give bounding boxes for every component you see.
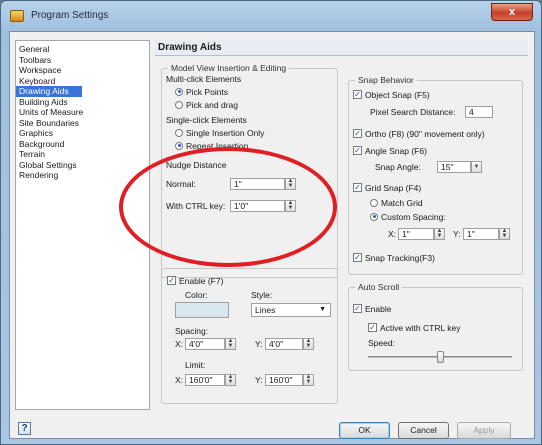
radio-selected-icon bbox=[175, 141, 183, 150]
nudge-ctrl-label: With CTRL key: bbox=[166, 201, 226, 211]
radio-icon bbox=[175, 100, 183, 109]
drawing-aids-panel: Drawing Aids Model View Insertion & Edit… bbox=[155, 40, 528, 410]
nav-item[interactable]: Building Aids bbox=[16, 97, 149, 108]
spin-arrows-icon[interactable]: ▲ ▼ bbox=[303, 374, 314, 386]
pixel-search-label: Pixel Search Distance: bbox=[370, 107, 456, 117]
settings-nav-list: General Toolbars Workspace Keyboard Drawing … bbox=[15, 40, 150, 410]
custom-spacing-x-input[interactable]: 1" ▲ ▼ bbox=[398, 228, 445, 240]
panel-title: Drawing Aids bbox=[155, 40, 528, 56]
radio-selected-icon bbox=[370, 212, 378, 221]
checkmark-icon: ✓ bbox=[368, 323, 377, 333]
grid-enable-checkbox[interactable]: ✓ Enable (F7) bbox=[167, 276, 223, 286]
grid-style-label: Style: bbox=[251, 290, 273, 300]
radio-icon bbox=[175, 128, 183, 137]
grid-spacing-x-label: X: bbox=[175, 339, 184, 349]
cancel-button[interactable]: Cancel bbox=[398, 422, 449, 439]
checkmark-icon: ✓ bbox=[353, 183, 362, 193]
nav-item[interactable]: Global Settings bbox=[16, 160, 149, 171]
grid-limit-y-label: Y: bbox=[255, 375, 263, 385]
chevron-down-icon[interactable]: ▼ bbox=[471, 161, 482, 173]
speed-label: Speed: bbox=[368, 338, 395, 348]
custom-spacing-radio[interactable]: Custom Spacing: bbox=[370, 212, 446, 222]
nav-item[interactable]: General bbox=[16, 44, 149, 55]
checkmark-icon: ✓ bbox=[353, 253, 362, 263]
nav-item[interactable]: Units of Measure bbox=[16, 107, 149, 118]
match-grid-radio[interactable]: Match Grid bbox=[370, 198, 423, 208]
speed-slider-thumb[interactable] bbox=[437, 351, 444, 363]
nudge-normal-input[interactable]: 1" ▲ ▼ bbox=[230, 178, 296, 190]
help-icon[interactable]: ? bbox=[18, 422, 31, 435]
spin-arrows-icon[interactable]: ▲ ▼ bbox=[225, 338, 236, 350]
apply-button[interactable]: Apply bbox=[457, 422, 511, 439]
pick-points-radio[interactable]: Pick Points bbox=[175, 87, 228, 97]
spin-arrows-icon[interactable]: ▲ ▼ bbox=[303, 338, 314, 350]
nav-item[interactable]: Site Boundaries bbox=[16, 118, 149, 129]
nav-item[interactable]: Workspace bbox=[16, 65, 149, 76]
snap-behavior-legend: Snap Behavior bbox=[355, 75, 417, 85]
checkmark-icon: ✓ bbox=[353, 146, 362, 156]
grid-color-label: Color: bbox=[185, 290, 208, 300]
pixel-search-input[interactable]: 4 bbox=[465, 106, 493, 118]
object-snap-checkbox[interactable]: ✓ Object Snap (F5) bbox=[353, 90, 430, 100]
ortho-checkbox[interactable]: ✓ Ortho (F8) (90" movement only) bbox=[353, 129, 485, 139]
grid-limit-x-input[interactable]: 160'0" ▲ ▼ bbox=[185, 374, 236, 386]
title-bar: Program Settings x bbox=[1, 1, 541, 31]
radio-icon bbox=[370, 198, 378, 207]
grid-spacing-label: Spacing: bbox=[175, 326, 209, 336]
multi-click-label: Multi-click Elements bbox=[166, 74, 242, 84]
model-view-legend: Model View Insertion & Editing bbox=[168, 63, 290, 73]
close-button[interactable]: x bbox=[491, 3, 533, 21]
nav-item[interactable]: Toolbars bbox=[16, 55, 149, 66]
spin-arrows-icon[interactable]: ▲ ▼ bbox=[434, 228, 445, 240]
nav-item[interactable]: Background bbox=[16, 139, 149, 150]
nav-item[interactable]: Terrain bbox=[16, 149, 149, 160]
nudge-ctrl-input[interactable]: 1'0" ▲ ▼ bbox=[230, 200, 296, 212]
window-title: Program Settings bbox=[31, 10, 109, 21]
repeat-insertion-radio[interactable]: Repeat Insertion bbox=[175, 141, 248, 151]
chevron-down-icon: ▼ bbox=[319, 306, 326, 313]
custom-x-label: X: bbox=[388, 229, 397, 239]
spin-arrows-icon[interactable]: ▲ ▼ bbox=[499, 228, 510, 240]
dialog-client: General Toolbars Workspace Keyboard Drawing … bbox=[9, 31, 535, 439]
custom-spacing-y-input[interactable]: 1" ▲ ▼ bbox=[463, 228, 510, 240]
nav-item[interactable]: Rendering bbox=[16, 170, 149, 181]
snap-tracking-checkbox[interactable]: ✓ Snap Tracking(F3) bbox=[353, 253, 435, 263]
pick-and-drag-radio[interactable]: Pick and drag bbox=[175, 100, 238, 110]
grid-color-swatch[interactable] bbox=[175, 302, 229, 318]
snap-angle-input[interactable]: 15" ▼ bbox=[437, 161, 482, 173]
program-settings-window: Program Settings x General Toolbars Worksp… bbox=[0, 0, 542, 445]
angle-snap-checkbox[interactable]: ✓ Angle Snap (F6) bbox=[353, 146, 427, 156]
nav-item[interactable]: Keyboard bbox=[16, 76, 149, 87]
radio-selected-icon bbox=[175, 87, 183, 96]
app-icon bbox=[10, 10, 24, 22]
custom-y-label: Y: bbox=[453, 229, 461, 239]
nav-item[interactable]: Graphics bbox=[16, 128, 149, 139]
checkmark-icon: ✓ bbox=[353, 304, 362, 314]
grid-limit-x-label: X: bbox=[175, 375, 184, 385]
nav-item[interactable]: Drawing Aids bbox=[16, 86, 82, 97]
nudge-distance-label: Nudge Distance bbox=[166, 160, 227, 170]
checkmark-icon: ✓ bbox=[353, 90, 362, 100]
auto-scroll-enable-checkbox[interactable]: ✓ Enable bbox=[353, 304, 391, 314]
auto-scroll-legend: Auto Scroll bbox=[355, 282, 403, 292]
grid-limit-label: Limit: bbox=[185, 360, 206, 370]
spin-arrows-icon[interactable]: ▲ ▼ bbox=[285, 178, 296, 190]
grid-style-select[interactable]: Lines ▼ bbox=[251, 303, 331, 317]
grid-limit-y-input[interactable]: 160'0" ▲ ▼ bbox=[265, 374, 314, 386]
grid-spacing-x-input[interactable]: 4'0" ▲ ▼ bbox=[185, 338, 236, 350]
single-click-label: Single-click Elements bbox=[166, 115, 247, 125]
snap-angle-label: Snap Angle: bbox=[375, 162, 421, 172]
grid-spacing-y-input[interactable]: 4'0" ▲ ▼ bbox=[265, 338, 314, 350]
checkmark-icon: ✓ bbox=[353, 129, 362, 139]
spin-arrows-icon[interactable]: ▲ ▼ bbox=[225, 374, 236, 386]
nudge-normal-label: Normal: bbox=[166, 179, 196, 189]
active-ctrl-checkbox[interactable]: ✓ Active with CTRL key bbox=[368, 323, 460, 333]
grid-snap-checkbox[interactable]: ✓ Grid Snap (F4) bbox=[353, 183, 421, 193]
grid-spacing-y-label: Y: bbox=[255, 339, 263, 349]
spin-arrows-icon[interactable]: ▲ ▼ bbox=[285, 200, 296, 212]
checkmark-icon: ✓ bbox=[167, 276, 176, 286]
single-insertion-radio[interactable]: Single Insertion Only bbox=[175, 128, 264, 138]
ok-button[interactable]: OK bbox=[339, 422, 390, 439]
